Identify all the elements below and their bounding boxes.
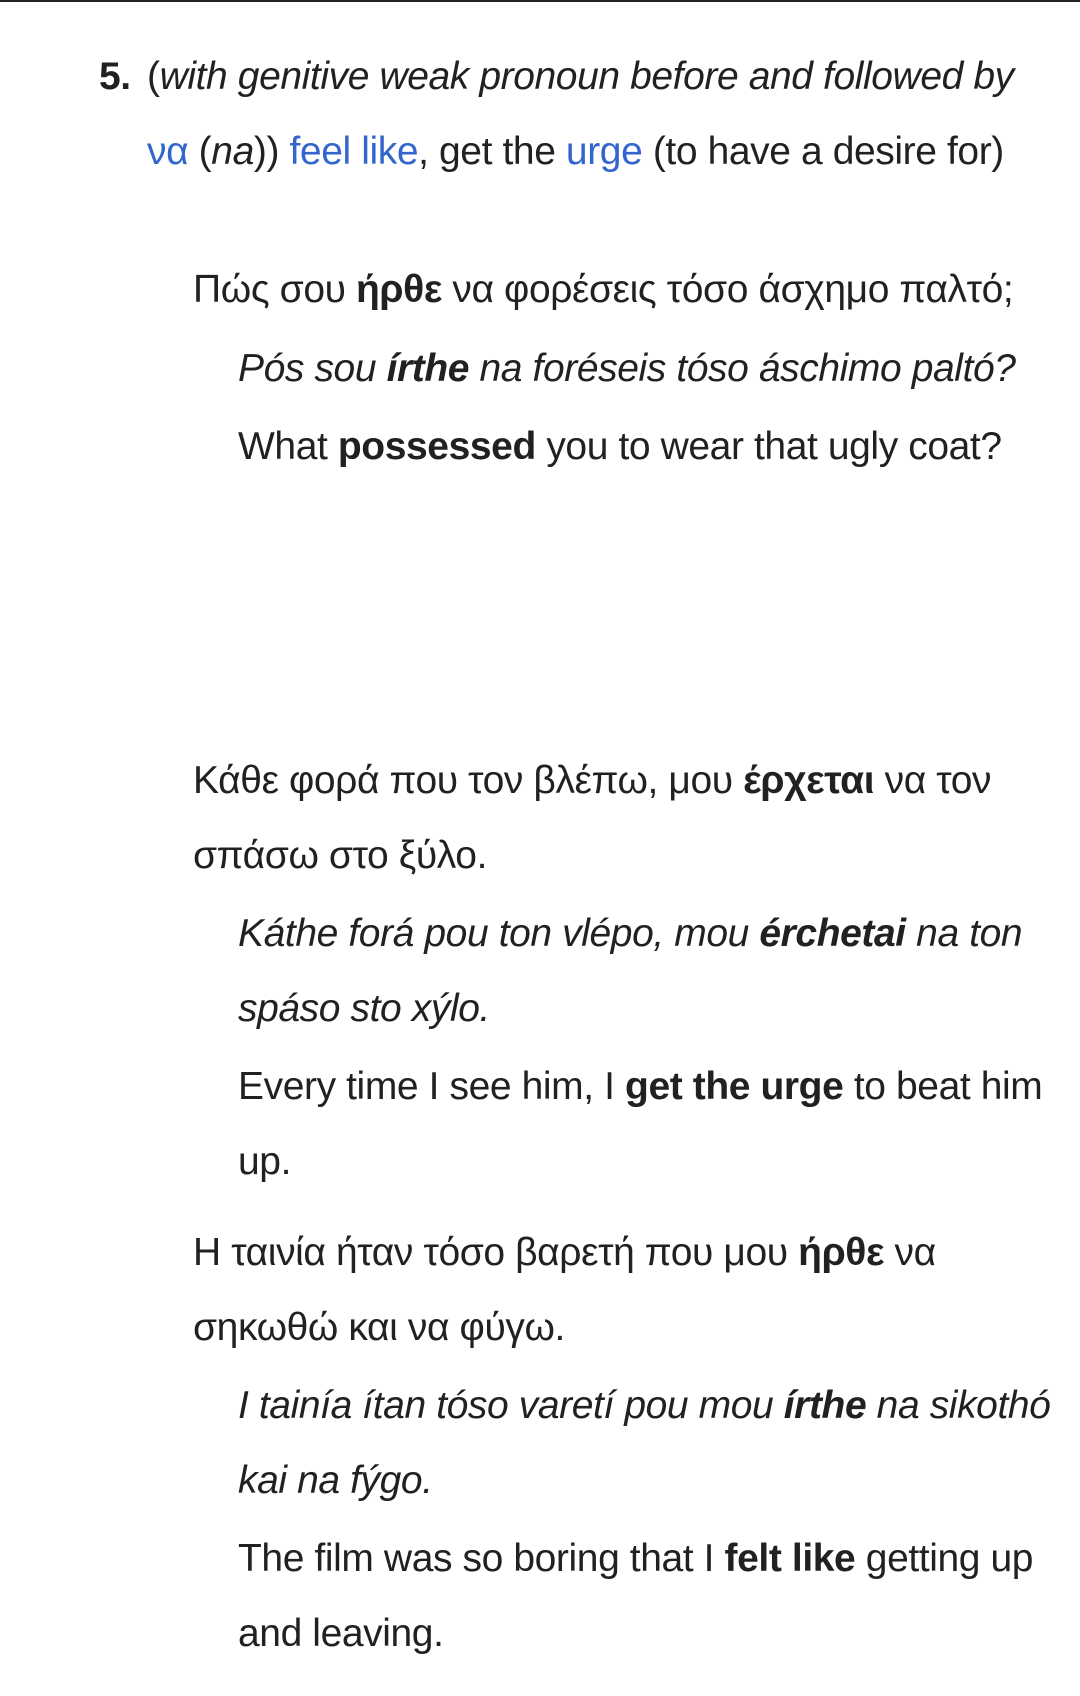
example-greek: Η ταινία ήταν τόσο βαρετή που μου ήρθε ν… [193, 1231, 936, 1349]
example-transliteration: I tainía ítan tóso varetí pou mou írthe … [238, 1384, 1051, 1502]
example-greek: Κάθε φορά που τον βλέπω, μου έρχεται να … [193, 759, 992, 877]
gloss-qualifier: with genitive weak pronoun before and fo… [159, 55, 1015, 98]
usage-example: Πώς σου ήρθε να φορέσεις τόσο άσχημο παλ… [193, 253, 1053, 485]
sense-number: 5. [99, 55, 131, 98]
example-translation: Every time I see him, I get the urge to … [238, 1065, 1043, 1183]
gloss-text: , get the [418, 129, 566, 173]
paren: ( [188, 129, 212, 173]
usage-example: Η ταινία ήταν τόσο βαρετή που μου ήρθε ν… [193, 1216, 1053, 1671]
example-translation: What possessed you to wear that ugly coa… [238, 425, 1002, 468]
na-transliteration: na [211, 129, 254, 173]
definition-sense-5: 5. (with genitive weak pronoun before an… [99, 40, 1047, 189]
gloss-text: (to have a desire for) [642, 129, 1004, 173]
example-translation: The film was so boring that I felt like … [238, 1537, 1034, 1655]
link-feel-like[interactable]: feel like [290, 130, 419, 173]
link-na[interactable]: να [147, 130, 189, 173]
example-greek: Πώς σου ήρθε να φορέσεις τόσο άσχημο παλ… [193, 268, 1014, 311]
link-urge[interactable]: urge [566, 130, 643, 173]
paren: )) [253, 129, 280, 173]
example-transliteration: Pós sou írthe na foréseis tóso áschimo p… [238, 346, 1016, 390]
example-transliteration: Káthe forá pou ton vlépo, mou érchetai n… [238, 912, 1023, 1030]
usage-example: Κάθε φορά που τον βλέπω, μου έρχεται να … [193, 744, 1053, 1199]
gloss-open: ( [147, 55, 160, 98]
